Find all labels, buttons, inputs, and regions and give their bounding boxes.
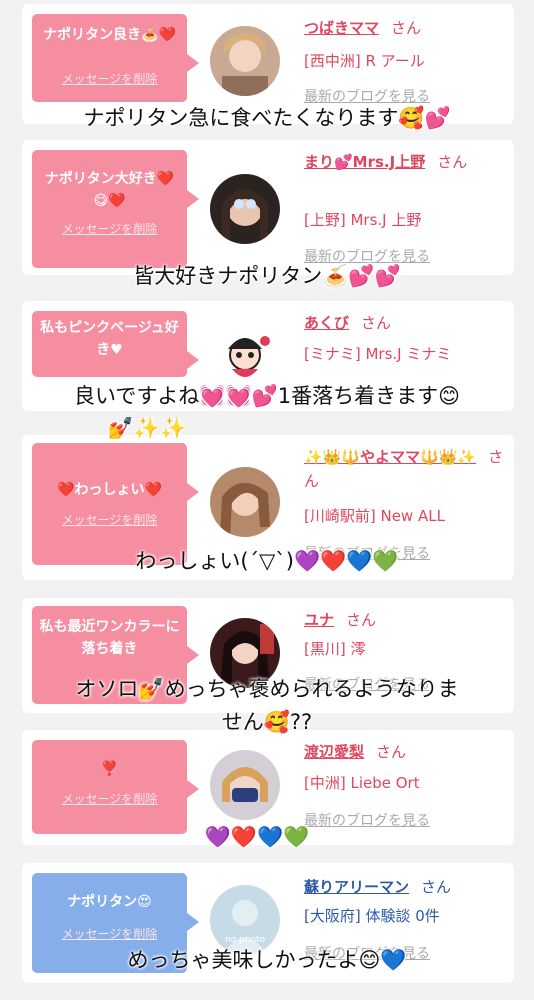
shop-label: [西中洲] R アール: [304, 52, 425, 70]
shop-label: [黒川] 澪: [304, 640, 366, 658]
user-name-link[interactable]: ユナ: [304, 611, 334, 629]
overlay-caption: 💅✨✨: [107, 416, 187, 440]
user-name-line: ✨👑🔱やよママ🔱👑✨ さん: [304, 445, 509, 493]
user-name-line: まり💕Mrs.J上野 さん: [304, 150, 509, 174]
message-bubble: 私もピンクベージュ好き♥: [32, 311, 199, 377]
overlay-caption: 良いですよね💓💓💕1番落ち着きます😊: [73, 384, 461, 408]
honorific: さん: [346, 611, 377, 629]
avatar[interactable]: [210, 750, 280, 820]
user-name-link[interactable]: 渡辺愛梨: [304, 743, 364, 761]
delete-message-link[interactable]: メッセージを削除: [62, 511, 158, 528]
message-text: ❣️: [100, 761, 119, 777]
shop-label: [中洲] Liebe Ort: [304, 774, 420, 792]
user-name-link[interactable]: ✨👑🔱やよママ🔱👑✨: [304, 448, 476, 466]
user-name-line: つばきママ さん: [304, 16, 509, 40]
avatar[interactable]: [210, 174, 280, 244]
overlay-caption: わっしょい(´▽`)💜❤️💙💚: [135, 549, 399, 573]
honorific: さん: [361, 314, 392, 332]
overlay-caption: 💜❤️💙💚: [204, 825, 310, 849]
overlay-caption: ナポリタン急に食べたくなります🥰💕: [83, 106, 451, 130]
message-bubble: ❣️ メッセージを削除: [32, 740, 199, 834]
overlay-caption: オソロ💅めっちゃ褒められるようなりま: [75, 677, 459, 701]
message-bubble: ナポリタン良き🍝❤️ メッセージを削除: [32, 14, 199, 102]
message-bubble: ナポリタン大好き❤️😋❤️ メッセージを削除: [32, 150, 199, 268]
message-text: ナポリタン大好き❤️😋❤️: [44, 171, 175, 209]
shop-label: [ミナミ] Mrs.J ミナミ: [304, 345, 452, 363]
message-text: ナポリタン😍: [67, 894, 152, 910]
honorific: さん: [391, 19, 422, 37]
shop-label: [川崎駅前] New ALL: [304, 507, 445, 525]
shop-label: [大阪府] 体験談 0件: [304, 907, 440, 925]
overlay-caption: 皆大好きナポリタン🍝💕💕: [133, 264, 401, 288]
message-text: 私も最近ワンカラーに落ち着き: [39, 619, 180, 657]
delete-message-link[interactable]: メッセージを削除: [62, 790, 158, 807]
message-text: 私もピンクベージュ好き♥: [40, 320, 179, 358]
avatar[interactable]: [210, 26, 280, 96]
honorific: さん: [376, 743, 407, 761]
user-name-link[interactable]: まり💕Mrs.J上野: [304, 153, 425, 171]
user-name-link[interactable]: 蘇りアリーマン: [304, 878, 409, 896]
shop-label: [上野] Mrs.J 上野: [304, 211, 422, 229]
delete-message-link[interactable]: メッセージを削除: [62, 70, 158, 87]
avatar[interactable]: [210, 467, 280, 537]
honorific: さん: [437, 153, 468, 171]
delete-message-link[interactable]: メッセージを削除: [62, 925, 158, 942]
user-name-line: ユナ さん: [304, 608, 509, 632]
delete-message-link[interactable]: メッセージを削除: [62, 220, 158, 237]
message-text: ナポリタン良き🍝❤️: [43, 27, 176, 43]
message-text: ❤️わっしょい❤️: [57, 482, 162, 498]
user-name-line: 渡辺愛梨 さん: [304, 740, 509, 764]
user-name-line: 蘇りアリーマン さん: [304, 875, 509, 899]
user-name-line: あくび さん: [304, 311, 509, 335]
message-card: ナポリタン大好き❤️😋❤️ メッセージを削除 まり💕Mrs.J上野 さん [上野]…: [22, 140, 514, 275]
overlay-caption: せん🥰??: [221, 710, 313, 734]
user-name-link[interactable]: つばきママ: [304, 19, 379, 37]
honorific: さん: [421, 878, 452, 896]
overlay-caption: めっちゃ美味しかったよ😊💙: [127, 948, 407, 972]
user-name-link[interactable]: あくび: [304, 314, 349, 332]
